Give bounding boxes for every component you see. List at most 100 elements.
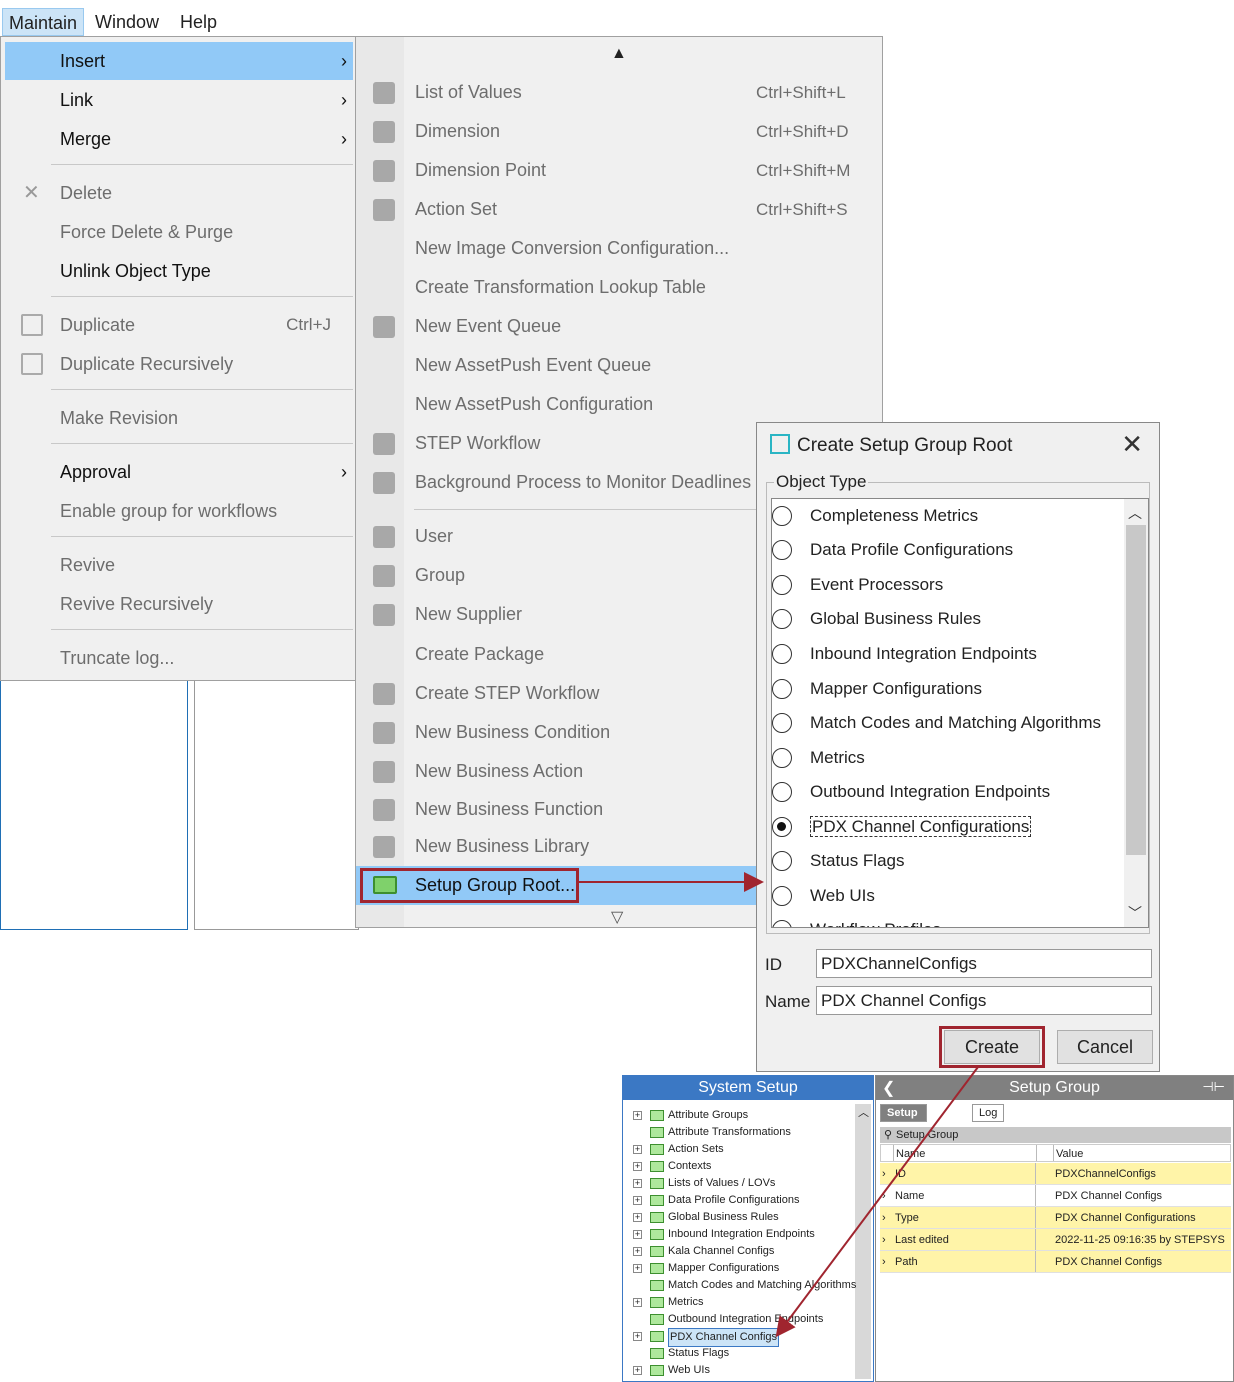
column-divider [1035,1185,1036,1206]
radio-circle[interactable] [772,679,792,699]
table-row[interactable]: › Type PDX Channel Configurations [880,1207,1231,1229]
expand-icon[interactable]: + [633,1196,642,1205]
menu-window[interactable]: Window [89,8,165,36]
radio-option-selected[interactable]: PDX Channel Configurations [772,812,1032,842]
id-label: ID [765,955,782,974]
chevron-down-icon[interactable]: ﹀ [1128,903,1142,923]
table-row[interactable]: › Last edited 2022-11-25 09:16:35 by STEPS… [880,1229,1231,1251]
menu-item-revive-recursively[interactable]: Revive Recursively [5,585,353,623]
column-header-value[interactable]: Value [1056,1145,1083,1163]
radio-circle[interactable] [772,506,792,526]
system-setup-panel: System Setup ︿ + Attribute Groups Attribu… [622,1075,874,1382]
radio-option[interactable]: Workflow Profiles [772,915,941,927]
expand-icon[interactable]: + [633,1264,642,1273]
insert-dimension[interactable]: Dimension Ctrl+Shift+D [356,112,882,151]
insert-action-set[interactable]: Action Set Ctrl+Shift+S [356,190,882,229]
expand-icon[interactable]: + [633,1179,642,1188]
radio-option[interactable]: Status Flags [772,846,905,876]
chevron-right-icon[interactable]: › [882,1163,886,1185]
expand-icon[interactable]: + [633,1230,642,1239]
table-row[interactable]: › Path PDX Channel Configs [880,1251,1231,1273]
radio-option[interactable]: Event Processors [772,570,943,600]
insert-list-of-values[interactable]: List of Values Ctrl+Shift+L [356,73,882,112]
menu-maintain[interactable]: Maintain [2,8,85,36]
expand-icon[interactable]: + [633,1366,642,1375]
folder-icon [650,1348,664,1359]
object-type-list[interactable]: Completeness Metrics Data Profile Config… [771,498,1149,928]
radio-circle[interactable] [772,609,792,629]
radio-circle-checked[interactable] [772,817,792,837]
expand-icon[interactable]: + [633,1162,642,1171]
radio-circle[interactable] [772,920,792,927]
expand-icon[interactable]: + [633,1213,642,1222]
menu-item-truncate-log[interactable]: Truncate log... [5,639,353,677]
radio-circle[interactable] [772,748,792,768]
tab-setup-group[interactable]: Setup Group [880,1104,927,1135]
menu-item-approval[interactable]: Approval › [5,453,353,491]
expand-icon[interactable]: + [633,1298,642,1307]
radio-option[interactable]: Outbound Integration Endpoints [772,777,1050,807]
radio-circle[interactable] [772,644,792,664]
expand-icon[interactable]: + [633,1247,642,1256]
menu-item-revive[interactable]: Revive [5,546,353,584]
insert-image-conversion[interactable]: New Image Conversion Configuration... [356,229,882,268]
expand-icon[interactable]: + [633,1332,642,1341]
insert-assetpush-configuration[interactable]: New AssetPush Configuration [356,385,882,424]
radio-circle[interactable] [772,851,792,871]
scroll-down-arrow-icon[interactable]: ▽ [611,907,623,927]
menu-item-unlink-object-type[interactable]: Unlink Object Type [5,252,353,290]
workflow-icon [373,433,395,455]
chevron-right-icon[interactable]: › [882,1207,886,1229]
table-row[interactable]: › ID PDXChannelConfigs [880,1163,1231,1185]
insert-transformation-lookup[interactable]: Create Transformation Lookup Table [356,268,882,307]
insert-assetpush-event-queue[interactable]: New AssetPush Event Queue [356,346,882,385]
tree-scrollbar[interactable]: ︿ [855,1104,871,1379]
insert-event-queue[interactable]: New Event Queue [356,307,882,346]
scroll-up-arrow-icon[interactable]: ▲ [611,45,627,63]
menu-item-link[interactable]: Link › [5,81,353,119]
menu-item-duplicate[interactable]: Duplicate Ctrl+J [5,306,353,344]
menu-item-insert[interactable]: Insert › [5,42,353,80]
pin-icon[interactable]: ⊣⊢ [1202,1079,1225,1095]
menu-item-enable-group-workflows[interactable]: Enable group for workflows [5,492,353,530]
id-field[interactable]: PDXChannelConfigs [816,949,1152,978]
list-scrollbar[interactable]: ︿ ﹀ [1124,499,1148,927]
radio-option[interactable]: Web UIs [772,881,875,911]
name-field[interactable]: PDX Channel Configs [816,986,1152,1015]
chevron-right-icon[interactable]: › [882,1251,886,1273]
radio-circle[interactable] [772,575,792,595]
menu-item-make-revision[interactable]: Make Revision [5,399,353,437]
radio-option[interactable]: Match Codes and Matching Algorithms [772,708,1101,738]
window-icon [770,434,790,454]
chevron-right-icon[interactable]: › [882,1229,886,1251]
menu-help[interactable]: Help [174,8,223,36]
radio-circle[interactable] [772,713,792,733]
menu-item-force-delete[interactable]: Force Delete & Purge [5,213,353,251]
chevron-up-icon[interactable]: ︿ [1128,503,1142,523]
radio-option[interactable]: Completeness Metrics [772,501,978,531]
column-divider [1035,1229,1036,1250]
radio-circle[interactable] [772,540,792,560]
menu-item-merge[interactable]: Merge › [5,120,353,158]
radio-option[interactable]: Mapper Configurations [772,674,982,704]
menu-item-delete[interactable]: ✕ Delete [5,174,353,212]
radio-circle[interactable] [772,886,792,906]
close-icon[interactable]: ✕ [1121,429,1143,460]
menu-item-duplicate-recursively[interactable]: Duplicate Recursively [5,345,353,383]
insert-dimension-point[interactable]: Dimension Point Ctrl+Shift+M [356,151,882,190]
chevron-up-icon[interactable]: ︿ [858,1104,869,1120]
radio-option[interactable]: Metrics [772,743,865,773]
back-arrow-icon[interactable]: ❮ [882,1078,895,1098]
radio-circle[interactable] [772,782,792,802]
radio-option[interactable]: Global Business Rules [772,604,981,634]
radio-option[interactable]: Data Profile Configurations [772,535,1013,565]
radio-option[interactable]: Inbound Integration Endpoints [772,639,1037,669]
table-row[interactable]: › Name PDX Channel Configs [880,1185,1231,1207]
tab-log[interactable]: Log [972,1104,1005,1122]
chevron-right-icon[interactable]: › [882,1185,886,1207]
expand-icon[interactable]: + [633,1145,642,1154]
column-header-name[interactable]: Name [896,1145,925,1163]
scrollbar-thumb[interactable] [1126,525,1146,855]
cancel-button[interactable]: Cancel [1057,1030,1153,1064]
expand-icon[interactable]: + [633,1111,642,1120]
